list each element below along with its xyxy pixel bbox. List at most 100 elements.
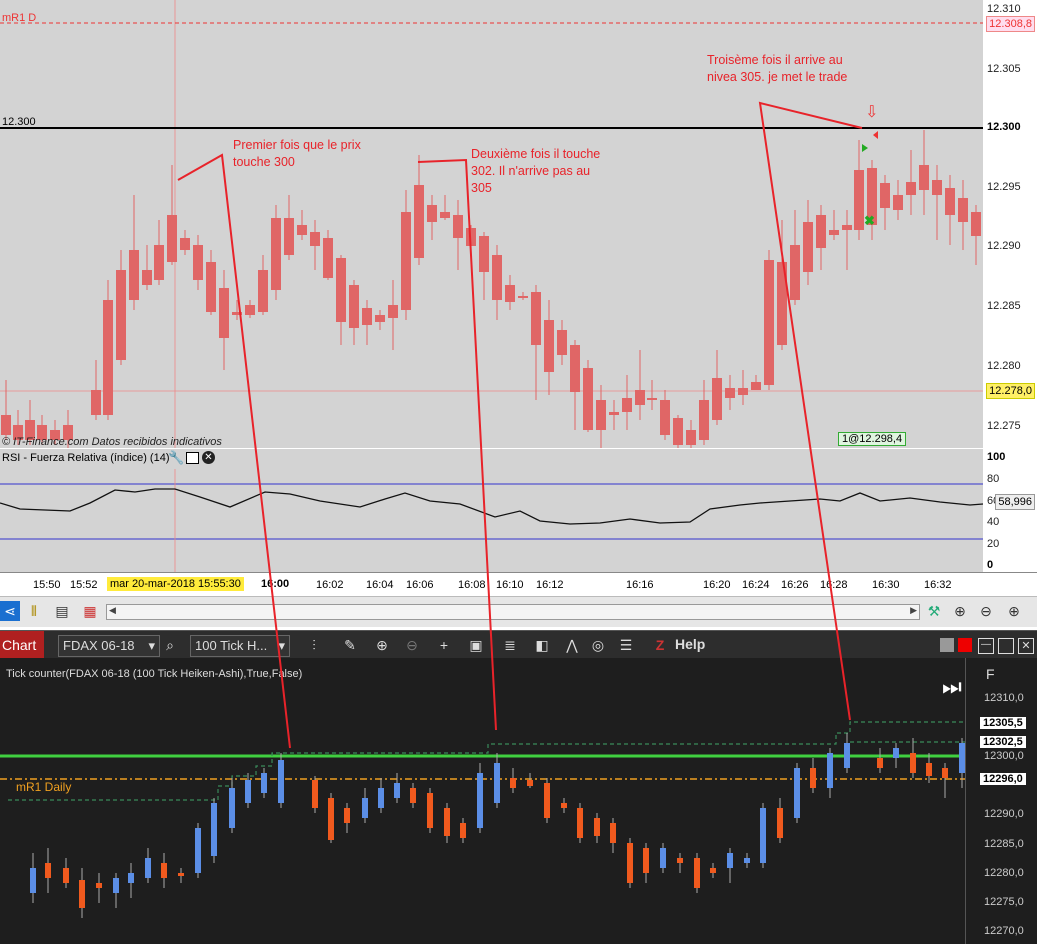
search-icon[interactable]: ⌕ — [160, 635, 180, 655]
ha-candle-body — [63, 868, 69, 883]
maximize-icon[interactable] — [186, 452, 199, 464]
tool-icon[interactable]: ⚒ — [924, 601, 944, 621]
instrument-select[interactable]: FDAX 06-18 ▾ — [58, 635, 160, 657]
price-tick: 12.290 — [987, 240, 1021, 252]
order-marker — [873, 131, 878, 139]
ha-candle-body — [577, 808, 583, 838]
scroll-end-icon[interactable]: ⏭ — [942, 674, 962, 700]
time-tick: 16:00 — [261, 578, 290, 590]
layout-button[interactable] — [940, 638, 954, 652]
help-button[interactable]: Help — [675, 636, 705, 652]
candle-body — [932, 180, 942, 195]
price-tick: 12.300 — [987, 121, 1021, 133]
pencil-icon[interactable]: ✎ — [340, 635, 360, 655]
candle-body — [686, 430, 696, 445]
candle-body — [492, 255, 502, 300]
properties-icon[interactable]: ≣ — [500, 635, 520, 655]
cursor-price-tag: 12.278,0 — [986, 383, 1035, 399]
close-icon[interactable]: ✕ — [202, 451, 215, 464]
ha-candle-body — [45, 863, 51, 878]
ha-candle-body — [627, 843, 633, 883]
ha-candle-body — [312, 780, 318, 808]
ha-candle-body — [610, 823, 616, 843]
ha-candle-body — [760, 808, 766, 863]
bottom-price-axis[interactable]: F 12310,0 12300,0 12290,0 12285,0 12280,… — [965, 658, 1037, 944]
candle-body — [738, 388, 748, 395]
price-axis[interactable]: 12.310 12.305 12.300 12.295 12.290 12.28… — [983, 0, 1037, 448]
time-tick: 16:10 — [496, 579, 524, 591]
ha-candle-body — [893, 748, 899, 758]
chart-tab[interactable]: Chart — [0, 631, 44, 659]
templates-icon[interactable]: ◧ — [532, 635, 552, 655]
grid-icon[interactable]: ▦ — [80, 601, 100, 621]
rsi-panel[interactable] — [0, 469, 983, 572]
red-status-button[interactable] — [958, 638, 972, 652]
data-box-icon[interactable]: ▣ — [466, 635, 486, 655]
candle-body — [635, 390, 645, 405]
mr1-price-tag: 12.308,8 — [986, 16, 1035, 32]
candle-body — [893, 195, 903, 210]
maximize-icon[interactable] — [998, 638, 1014, 654]
price-tick: 12.305 — [987, 63, 1021, 75]
time-tick: 16:26 — [781, 579, 809, 591]
time-tick: 16:32 — [924, 579, 952, 591]
ha-candle-body — [494, 763, 500, 803]
zoom-out-icon[interactable]: ⊖ — [976, 601, 996, 621]
minimize-icon[interactable]: — — [978, 638, 994, 654]
bottom-toolbar: Chart FDAX 06-18 ▾ ⌕ 100 Tick H... ▾ ⫶ ✎… — [0, 630, 1037, 659]
heiken-ashi-chart[interactable]: Tick counter(FDAX 06-18 (100 Tick Heiken… — [0, 658, 965, 944]
candle-body — [919, 165, 929, 190]
candle-body — [764, 260, 774, 385]
ha-candle-body — [710, 868, 716, 873]
time-tick: 16:08 — [458, 579, 486, 591]
ha-candle-body — [544, 783, 550, 818]
ha-candle-body — [362, 798, 368, 818]
time-tick: 16:04 — [366, 579, 394, 591]
ha-candle-body — [30, 868, 36, 893]
zoom-fit-icon[interactable]: ⊕ — [950, 601, 970, 621]
zoom-out-icon[interactable]: ⊖ — [402, 635, 422, 655]
scroll-right-icon[interactable]: ▶ — [910, 605, 917, 616]
candle-body — [232, 312, 242, 315]
ha-candle-body — [410, 788, 416, 803]
candle-body — [388, 305, 398, 318]
refresh-icon[interactable]: ◎ — [588, 635, 608, 655]
bar-type-select[interactable]: 100 Tick H... ▾ — [190, 635, 290, 657]
zoom-brand-icon[interactable]: Z — [650, 635, 670, 655]
ha-candle-body — [113, 878, 119, 893]
list-icon[interactable]: ☰ — [616, 635, 636, 655]
strategy-icon[interactable]: ⋀ — [562, 635, 582, 655]
crosshair-icon[interactable]: + — [434, 635, 454, 655]
price-tick: 12.285 — [987, 300, 1021, 312]
rsi-header: RSI - Fuerza Relativa (índice) (14) 🔧 ✕ — [0, 449, 983, 469]
time-tick: 16:12 — [536, 579, 564, 591]
candle-body — [660, 400, 670, 435]
position-badge[interactable]: 1@12.298,4 — [838, 432, 907, 446]
candle-body — [557, 330, 567, 355]
time-axis[interactable]: 15:50 15:52 mar 20-mar-2018 15:55:30 16:… — [0, 572, 1037, 597]
zoom-in-icon[interactable]: ⊕ — [1004, 601, 1024, 621]
time-tick: 16:30 — [872, 579, 900, 591]
ha-candle-body — [510, 778, 516, 788]
rsi-value-tag: 58,996 — [995, 494, 1035, 510]
candle-body — [167, 215, 177, 262]
candle-body — [427, 205, 437, 222]
bars-style-icon[interactable]: ⫶ — [304, 635, 324, 655]
instrument-value: FDAX 06-18 — [63, 638, 135, 653]
candle-body — [518, 296, 528, 298]
rsi-title: RSI - Fuerza Relativa (índice) (14) — [2, 452, 170, 464]
candles-icon[interactable]: ⫴ — [24, 601, 44, 621]
cursor-time-label: mar 20-mar-2018 15:55:30 — [107, 577, 244, 591]
share-icon[interactable]: ⋖ — [0, 601, 20, 621]
candle-body — [803, 222, 813, 272]
main-price-chart[interactable]: ⇩ ✖ 12.300 mR1 D © IT-Finance.com Datos … — [0, 0, 983, 448]
tick-chart-plot[interactable] — [0, 658, 965, 944]
time-tick: 15:52 — [70, 579, 98, 591]
zoom-in-icon[interactable]: ⊕ — [372, 635, 392, 655]
scroll-left-icon[interactable]: ◀ — [109, 605, 116, 616]
wrench-icon[interactable]: 🔧 — [168, 450, 184, 466]
rsi-tick: 0 — [987, 559, 994, 571]
close-icon[interactable]: ✕ — [1018, 638, 1034, 654]
horizontal-scrollbar[interactable]: ◀ ▶ — [106, 604, 920, 620]
document-icon[interactable]: ▤ — [52, 601, 72, 621]
